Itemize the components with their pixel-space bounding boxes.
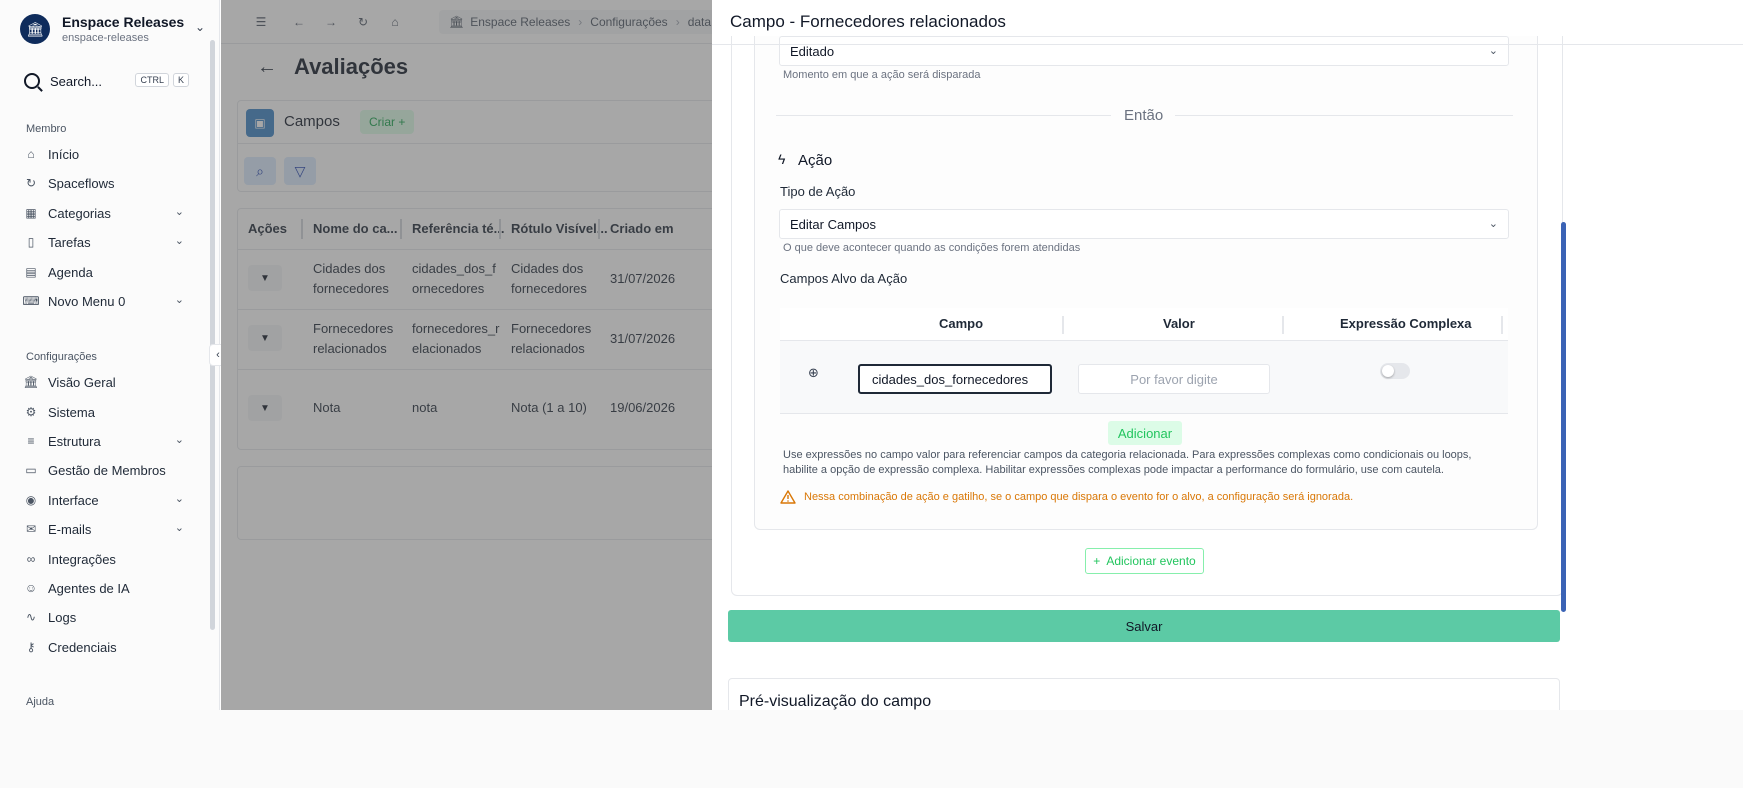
chevron-down-icon: ⌄	[174, 434, 184, 446]
link-icon: ∞	[26, 552, 36, 566]
sidebar-item-label: E-mails	[48, 521, 92, 537]
sidebar: 🏛 Enspace Releases enspace-releases ⌄ Se…	[0, 0, 220, 710]
workspace-switcher[interactable]: 🏛 Enspace Releases enspace-releases ⌄	[20, 12, 205, 46]
workspace-slug: enspace-releases	[62, 32, 149, 44]
sidebar-item-agentes-ia[interactable]: ☺ Agentes de IA	[24, 576, 184, 600]
flow-icon: ↻	[25, 176, 37, 190]
window-bottom-area	[0, 710, 1743, 788]
database-icon: ≡	[27, 434, 35, 448]
sidebar-item-credenciais[interactable]: ⚷ Credenciais	[24, 635, 184, 659]
section-label-member: Membro	[26, 123, 67, 135]
sidebar-item-novo-menu[interactable]: ⌨ Novo Menu 0 ⌄	[22, 289, 184, 313]
sidebar-item-label: Tarefas	[48, 234, 91, 250]
gear-icon: ⚙	[25, 405, 37, 419]
search-button[interactable]: Search... CTRL K	[24, 70, 189, 92]
bank-icon: 🏛	[23, 375, 39, 389]
drawer-title: Campo - Fornecedores relacionados	[730, 12, 1006, 31]
sidebar-item-label: Sistema	[48, 404, 95, 420]
sidebar-item-agenda[interactable]: ▤ Agenda	[24, 260, 184, 284]
chevron-down-icon: ⌄	[194, 20, 205, 34]
search-shortcut: CTRL K	[131, 73, 189, 87]
sidebar-item-interface[interactable]: ◉ Interface ⌄	[24, 488, 184, 512]
robot-icon: ☺	[24, 581, 38, 595]
field-drawer: Campo - Fornecedores relacionados	[712, 0, 1743, 710]
sidebar-item-label: Integrações	[48, 551, 116, 567]
workspace-name: Enspace Releases	[62, 14, 185, 30]
sidebar-item-label: Spaceflows	[48, 175, 115, 191]
chevron-down-icon: ⌄	[174, 294, 184, 306]
section-label-config: Configurações	[26, 351, 97, 363]
sidebar-item-logs[interactable]: ∿ Logs	[24, 605, 184, 629]
sidebar-item-sistema[interactable]: ⚙ Sistema	[24, 400, 184, 424]
workspace-logo-icon: 🏛	[20, 14, 50, 44]
sidebar-item-estrutura[interactable]: ≡ Estrutura ⌄	[24, 429, 184, 453]
file-icon: ▯	[27, 235, 35, 249]
sidebar-item-label: Novo Menu 0	[48, 293, 126, 309]
sidebar-item-label: Categorias	[48, 205, 111, 221]
sidebar-item-label: Estrutura	[48, 433, 101, 449]
sidebar-item-label: Interface	[48, 492, 99, 508]
sidebar-item-label: Credenciais	[48, 639, 117, 655]
kbd-k: K	[172, 73, 189, 87]
sidebar-item-inicio[interactable]: ⌂ Início	[24, 142, 184, 166]
sidebar-item-categorias[interactable]: ▦ Categorias ⌄	[24, 201, 184, 225]
sidebar-item-gestao-membros[interactable]: ▭ Gestão de Membros	[24, 458, 184, 482]
chevron-down-icon: ⌄	[174, 522, 184, 534]
chevron-down-icon: ⌄	[174, 493, 184, 505]
sidebar-item-label: Gestão de Membros	[48, 462, 166, 478]
kbd-ctrl: CTRL	[135, 73, 169, 87]
activity-icon: ∿	[25, 610, 37, 624]
key-icon: ⚷	[26, 640, 36, 654]
grid-icon: ▦	[25, 206, 37, 220]
calendar-icon: ▤	[25, 265, 37, 279]
sidebar-item-label: Início	[48, 146, 80, 162]
mail-icon: ✉	[25, 522, 37, 536]
sidebar-item-label: Agenda	[48, 264, 93, 280]
chevron-down-icon: ⌄	[174, 206, 184, 218]
sidebar-item-emails[interactable]: ✉ E-mails ⌄	[24, 517, 184, 541]
sidebar-item-tarefas[interactable]: ▯ Tarefas ⌄	[24, 230, 184, 254]
chevron-left-icon: ‹	[216, 349, 220, 361]
sidebar-item-integracoes[interactable]: ∞ Integrações	[24, 547, 184, 571]
compass-icon: ◉	[25, 493, 37, 507]
sidebar-item-visao-geral[interactable]: 🏛 Visão Geral	[23, 370, 184, 394]
sidebar-item-label: Visão Geral	[48, 374, 116, 390]
sidebar-scrollbar[interactable]	[210, 40, 215, 630]
sidebar-item-label: Logs	[48, 609, 77, 625]
section-label-help: Ajuda	[26, 696, 55, 708]
home-icon: ⌂	[27, 147, 35, 161]
id-card-icon: ▭	[25, 463, 37, 477]
keyboard-icon: ⌨	[22, 294, 40, 308]
sidebar-item-label: Agentes de IA	[48, 580, 130, 596]
chevron-down-icon: ⌄	[174, 235, 184, 247]
search-icon	[24, 73, 40, 89]
drawer-header-divider	[712, 44, 1743, 45]
sidebar-item-spaceflows[interactable]: ↻ Spaceflows	[24, 171, 184, 195]
search-label: Search...	[50, 73, 103, 89]
